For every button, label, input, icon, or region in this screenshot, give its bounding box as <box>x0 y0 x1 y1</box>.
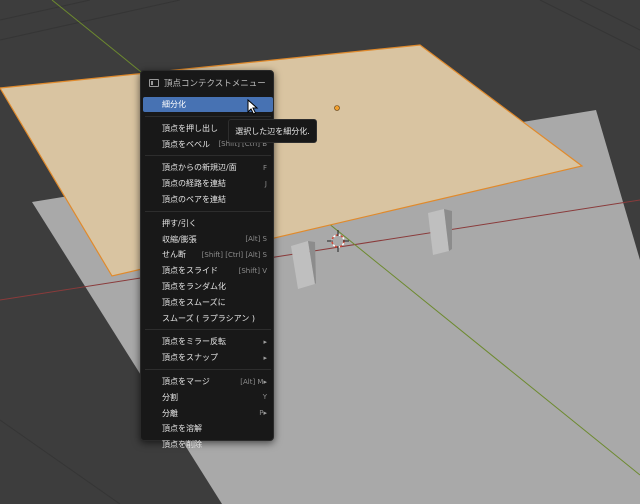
menu-separator <box>145 369 271 370</box>
submenu-arrow-icon: ▸ <box>263 353 267 362</box>
menu-item-label: 頂点からの新規辺/面 <box>162 163 237 173</box>
menu-item-label: 頂点をスナップ <box>162 353 218 363</box>
submenu-arrow-icon: ▸ <box>263 337 267 346</box>
menu-item-label: 収縮/膨張 <box>162 234 197 244</box>
menu-item[interactable]: 頂点からの新規辺/面 F <box>143 160 273 175</box>
menu-item[interactable]: 頂点の経路を連結 J <box>143 176 273 191</box>
menu-item[interactable]: 頂点をスムーズに <box>143 295 273 310</box>
menu-item-shortcut: [Shift] [Ctrl] [Alt] S <box>201 250 267 259</box>
3d-viewport[interactable] <box>0 0 640 504</box>
menu-item[interactable]: 頂点を溶解 <box>143 421 273 436</box>
menu-item-label: 細分化 <box>162 100 186 109</box>
menu-item-label: 押す/引く <box>162 218 197 228</box>
menu-separator <box>145 210 271 212</box>
menu-item-label: 頂点のペアを連結 <box>162 195 226 204</box>
menu-item-shortcut: F <box>262 163 267 172</box>
menu-item-label: 頂点の経路を連結 <box>162 179 226 189</box>
menu-item[interactable]: 分割 Y <box>143 390 273 405</box>
menu-item-label: 分割 <box>162 392 178 402</box>
menu-item-label: 頂点をランダム化 <box>162 282 226 291</box>
menu-item-label: 分離 <box>162 408 178 418</box>
menu-item-shortcut: [Shift] V <box>238 266 267 275</box>
menu-item-label: 頂点を溶解 <box>162 424 202 434</box>
menu-item[interactable]: 頂点をミラー反転 ▸ <box>143 334 273 349</box>
menu-item-label: 頂点をスライド <box>162 266 218 276</box>
menu-item[interactable]: せん断 [Shift] [Ctrl] [Alt] S <box>143 247 273 262</box>
median-point <box>334 105 340 111</box>
menu-item-label: スムーズ ( ラプラシアン ) <box>162 313 255 323</box>
menu-item-label: 頂点を押し出し <box>162 123 218 133</box>
menu-context-icon <box>149 79 159 87</box>
menu-item[interactable]: 押す/引く <box>143 216 273 231</box>
menu-item[interactable]: スムーズ ( ラプラシアン ) <box>143 311 273 326</box>
menu-item[interactable]: 頂点をマージ [Alt] M ▸ <box>143 374 273 389</box>
menu-item-label: 頂点をミラー反転 <box>162 337 226 347</box>
menu-item-shortcut: Y <box>262 393 267 402</box>
menu-separator <box>145 115 271 117</box>
mouse-pointer-icon <box>247 99 259 115</box>
submenu-arrow-icon: ▸ <box>263 409 267 418</box>
menu-item-label: 頂点をマージ <box>162 377 210 386</box>
menu-item[interactable]: 頂点のペアを連結 <box>143 192 273 207</box>
menu-item[interactable]: 収縮/膨張 [Alt] S <box>143 232 273 247</box>
submenu-arrow-icon: ▸ <box>263 377 267 386</box>
menu-item-shortcut: [Alt] S <box>245 235 267 244</box>
menu-separator <box>145 155 271 157</box>
menu-item[interactable]: 頂点をスナップ ▸ <box>143 350 273 365</box>
menu-item-label: 頂点を削除 <box>162 440 202 450</box>
menu-item-label: せん断 <box>162 250 186 260</box>
menu-item-shortcut: [Alt] M <box>240 377 264 386</box>
menu-item-shortcut: J <box>264 179 267 188</box>
tooltip-text: 選択した辺を細分化. <box>235 126 310 136</box>
menu-title-label: 頂点コンテクストメニュー <box>164 79 266 89</box>
menu-item[interactable]: 頂点をスライド [Shift] V <box>143 263 273 278</box>
menu-item[interactable]: 頂点をランダム化 <box>143 279 273 294</box>
tooltip: 選択した辺を細分化. <box>228 119 317 143</box>
menu-separator <box>145 329 271 331</box>
menu-item-label: 頂点をベベル <box>162 139 210 149</box>
menu-title: 頂点コンテクストメニュー <box>149 75 266 91</box>
menu-item[interactable]: 頂点を削除 <box>143 437 273 452</box>
menu-item-label: 頂点をスムーズに <box>162 297 226 307</box>
menu-item[interactable]: 分離 P ▸ <box>143 406 273 421</box>
